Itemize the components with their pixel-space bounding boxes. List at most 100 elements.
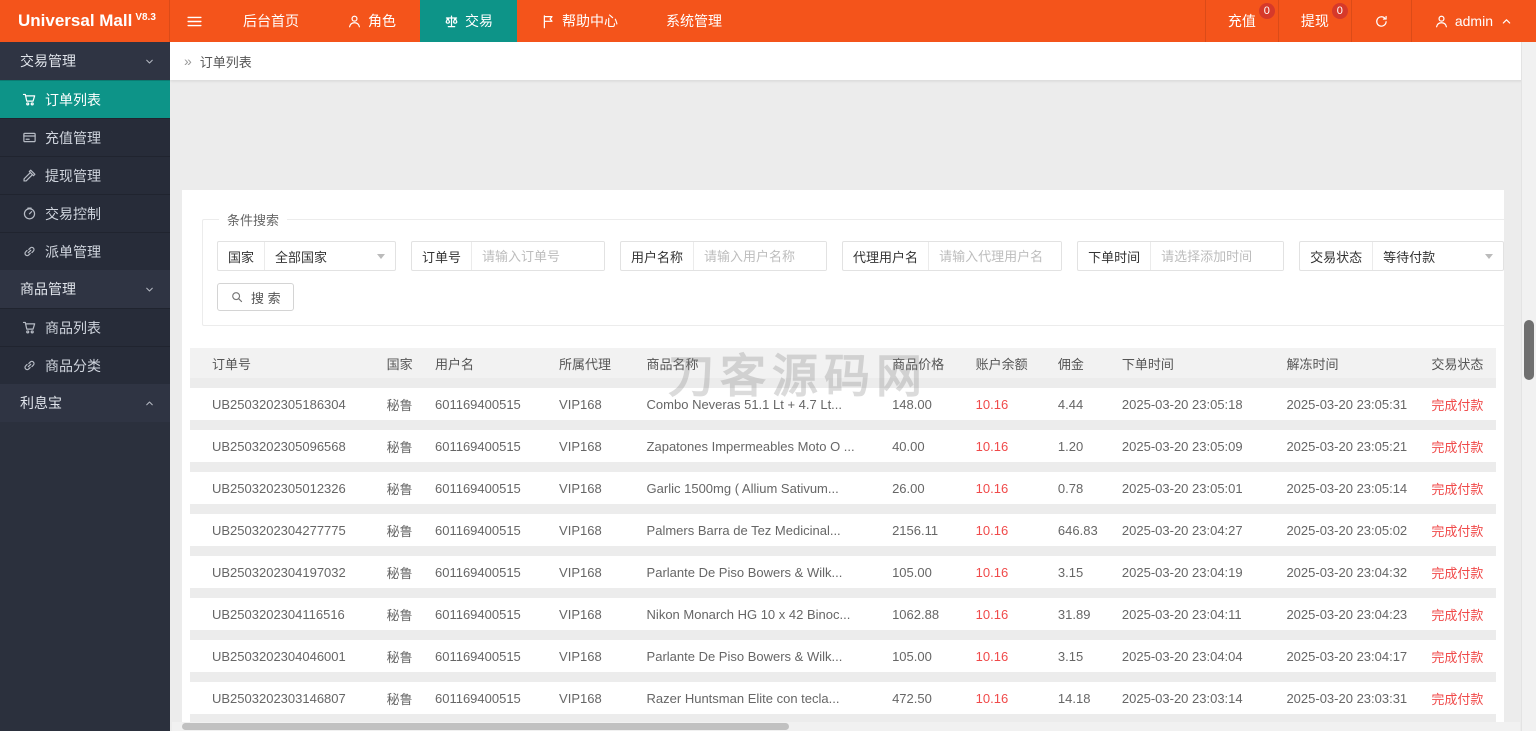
cell-price: 105.00 [886,556,970,588]
refresh-icon [1374,14,1389,29]
filter-fieldset: 条件搜索 国家全部国家订单号用户名称代理用户名下单时间交易状态等待付款 搜 索 [202,210,1504,326]
table-row: UB2503202304197032 秘鲁 601169400515 VIP168 Pa… [190,556,1496,588]
top-menu-item[interactable]: 系统管理 [642,0,746,42]
top-menu-item[interactable]: 角色 [323,0,420,42]
search-icon [230,290,244,304]
search-row: 搜 索 [217,283,1504,311]
cell-order_no: UB2503202304277775 [190,514,381,546]
col-order_time: 下单时间 [1115,348,1281,378]
user-menu[interactable]: admin [1412,0,1536,42]
cell-country: 秘鲁 [380,598,429,630]
filter-select[interactable]: 全部国家 [265,247,395,266]
sidebar-item-提现管理[interactable]: 提现管理 [0,156,170,194]
cell-commission: 1.20 [1051,430,1116,462]
search-button-label: 搜 索 [251,290,281,306]
filter-group-国家: 国家 全部国家 [217,241,397,271]
horizontal-scrollbar-thumb[interactable] [182,723,789,730]
filter-label: 国家 [218,242,266,270]
scales-icon [444,14,459,29]
sidebar-item-派单管理[interactable]: 派单管理 [0,232,170,270]
filter-group-代理用户名: 代理用户名 [842,241,1063,271]
user-icon [1434,14,1449,29]
top-menu-item-label: 后台首页 [243,13,299,29]
cell-username: 601169400515 [428,430,554,462]
vertical-scrollbar[interactable] [1521,42,1536,731]
cell-balance: 10.16 [969,514,1052,546]
topbar: Universal Mall V8.3 后台首页 角色 交易 帮助中心 系统管理 0 充值… [0,0,1536,42]
cell-country: 秘鲁 [380,640,429,672]
col-unfreeze_time: 解冻时间 [1280,348,1426,378]
horizontal-scrollbar[interactable] [172,722,1520,731]
cell-product: Nikon Monarch HG 10 x 42 Binoc... [640,598,887,630]
refresh-button[interactable] [1352,0,1411,42]
cell-agent: VIP168 [553,430,641,462]
cell-country: 秘鲁 [380,472,429,504]
top-menu-item[interactable]: 交易 [420,0,517,42]
sidebar-item-订单列表[interactable]: 订单列表 [0,80,170,118]
cell-agent: VIP168 [553,556,641,588]
col-username: 用户名 [428,348,554,378]
filter-input[interactable] [472,242,605,270]
cell-country: 秘鲁 [380,682,429,714]
cell-commission: 0.78 [1051,472,1116,504]
cell-commission: 646.83 [1051,514,1116,546]
sidebar-item-充值管理[interactable]: 充值管理 [0,118,170,156]
cell-unfreeze_time: 2025-03-20 23:04:23 [1280,598,1426,630]
filter-fields: 国家全部国家订单号用户名称代理用户名下单时间交易状态等待付款 [217,241,1504,271]
orders-table-wrap: 刀客源码网 订单号 国家 用户名 所属代理 商品名称 商品价格 账户余额 佣金 下单时间 解冻时间… [190,348,1496,722]
filter-input[interactable] [1151,242,1284,270]
sidebar-group-利息宝[interactable]: 利息宝 [0,384,170,422]
sidebar-item-label: 商品列表 [45,319,101,336]
table-row: UB2503202303146807 秘鲁 601169400515 VIP168 Ra… [190,682,1496,714]
filter-input[interactable] [694,242,827,270]
cell-commission: 3.15 [1051,556,1116,588]
cell-status: 完成付款 [1425,682,1496,714]
col-order_no: 订单号 [190,348,381,378]
main-layout: 交易管理 订单列表 充值管理 提现管理 交易控制 派单管理 商品管理 商品列表 商品分类 利息宝 … [0,42,1536,731]
notification-badge: 0 [1331,3,1348,19]
top-menu-item-label: 角色 [368,13,396,29]
col-commission: 佣金 [1051,348,1116,378]
cell-product: Parlante De Piso Bowers & Wilk... [640,556,887,588]
filter-group-订单号: 订单号 [411,241,606,271]
topbar-action[interactable]: 0 充值 [1206,0,1278,42]
filter-input[interactable] [929,242,1062,270]
chevron-down-icon [143,55,156,68]
sidebar-group-商品管理[interactable]: 商品管理 [0,270,170,308]
cell-username: 601169400515 [428,556,554,588]
cell-product: Razer Huntsman Elite con tecla... [640,682,887,714]
cell-country: 秘鲁 [380,388,429,420]
filter-select[interactable]: 等待付款 [1373,247,1503,266]
cell-agent: VIP168 [553,682,641,714]
sidebar-group-label: 利息宝 [20,395,62,411]
cell-product: Parlante De Piso Bowers & Wilk... [640,640,887,672]
sidebar-group-交易管理[interactable]: 交易管理 [0,42,170,80]
top-menu-item[interactable]: 帮助中心 [517,0,642,42]
sidebar-item-label: 提现管理 [45,167,101,184]
topbar-action-label: 提现 [1300,13,1329,29]
col-status: 交易状态 [1425,348,1496,378]
table-row: UB2503202304277775 秘鲁 601169400515 VIP168 Pa… [190,514,1496,546]
sidebar-item-商品列表[interactable]: 商品列表 [0,308,170,346]
table-row: UB2503202305096568 秘鲁 601169400515 VIP168 Za… [190,430,1496,462]
vertical-scrollbar-thumb[interactable] [1524,320,1534,380]
user-icon [347,14,362,29]
top-menu-item[interactable]: 后台首页 [219,0,323,42]
cell-order_time: 2025-03-20 23:04:19 [1115,556,1281,588]
sidebar-item-交易控制[interactable]: 交易控制 [0,194,170,232]
cell-agent: VIP168 [553,640,641,672]
cell-unfreeze_time: 2025-03-20 23:04:32 [1280,556,1426,588]
top-menu-item-label: 系统管理 [666,13,722,29]
sidebar-toggle[interactable] [170,0,219,42]
topbar-action[interactable]: 0 提现 [1279,0,1351,42]
cell-price: 148.00 [886,388,970,420]
cell-order_time: 2025-03-20 23:05:09 [1115,430,1281,462]
notification-badge: 0 [1258,3,1275,19]
top-menu-item-label: 交易 [465,13,493,29]
col-agent: 所属代理 [553,348,641,378]
sidebar-item-商品分类[interactable]: 商品分类 [0,346,170,384]
cell-username: 601169400515 [428,472,554,504]
cell-unfreeze_time: 2025-03-20 23:03:31 [1280,682,1426,714]
search-button[interactable]: 搜 索 [217,283,294,311]
cell-status: 完成付款 [1425,556,1496,588]
